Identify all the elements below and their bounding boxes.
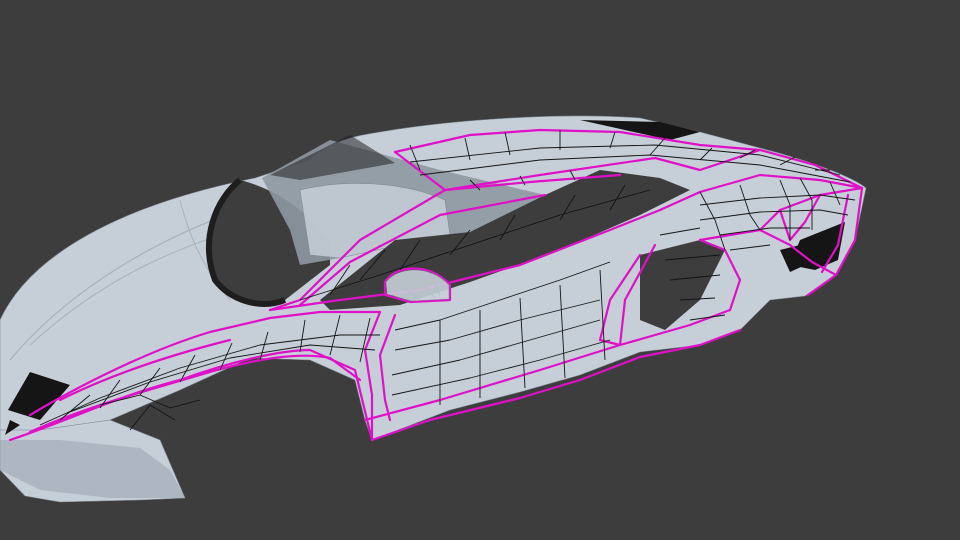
viewport-3d[interactable]: [0, 0, 960, 540]
car-mesh-render[interactable]: [0, 0, 960, 540]
